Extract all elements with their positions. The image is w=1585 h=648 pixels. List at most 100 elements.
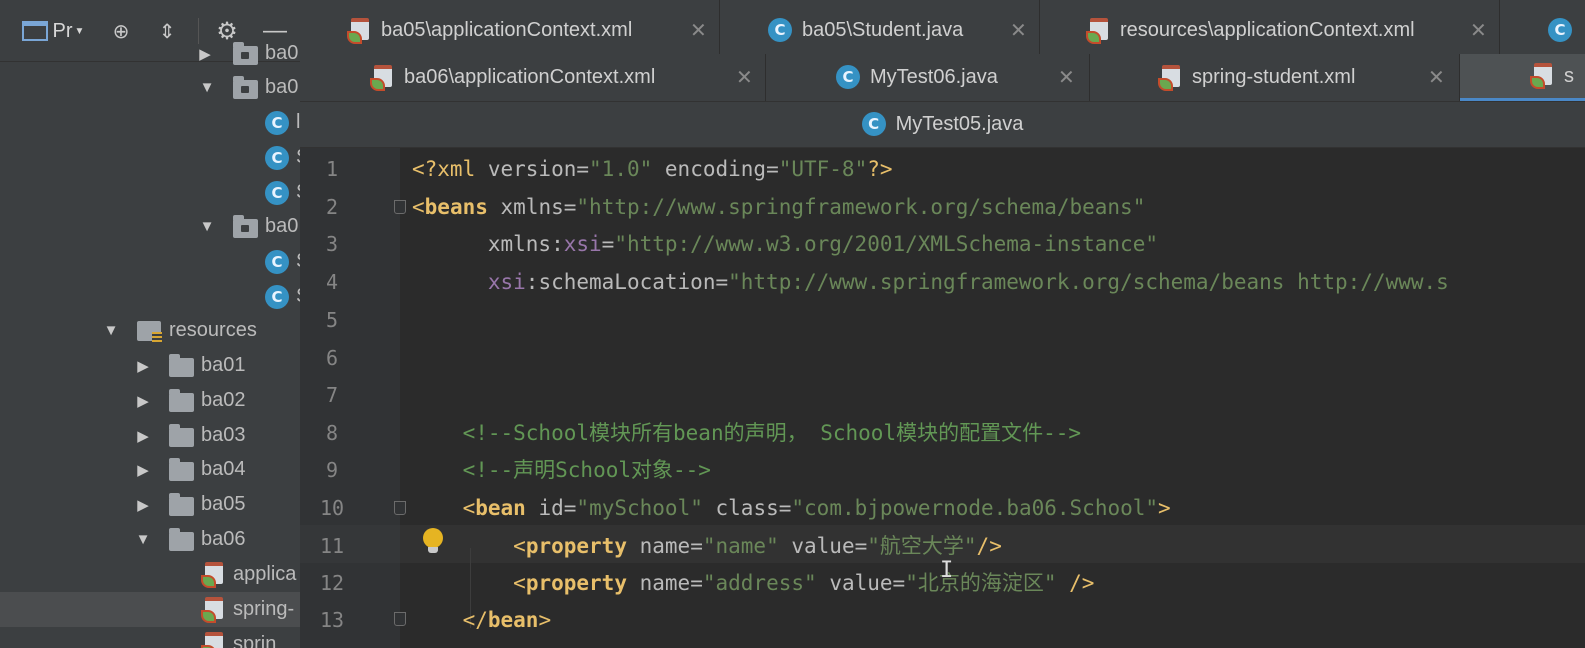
tree-item-xml-file[interactable]: applica [0,557,300,592]
close-icon[interactable]: ✕ [1470,18,1487,43]
attribute-value: "http://www.springframework.org/schema/b… [728,270,1449,294]
spring-xml-icon [1158,64,1186,92]
collapse-arrow-icon[interactable]: ▼ [134,531,152,548]
tab-ba05-applicationcontext-xml[interactable]: ba05\applicationContext.xml ✕ [300,0,720,61]
tab-overflow-java[interactable]: C [1500,0,1585,61]
project-panel: Pr ▼ ⊕ ⇕ ⚙ — ▶ ba0 ▼ ba0 C l C S C S ▼ b… [0,0,300,648]
editor-tabs-row-2: ba06\applicationContext.xml ✕ C MyTest06… [300,54,1585,102]
close-icon[interactable]: ✕ [1058,65,1075,90]
tree-item-label: ba0 [265,42,299,64]
equals-sign: = [576,157,590,181]
class-icon: C [265,146,289,170]
code-line-9: <!--声明School对象--> [412,451,711,489]
collapse-arrow-icon[interactable]: ▼ [198,79,216,96]
folder-icon [169,528,194,551]
tag-bracket: < [462,496,476,520]
tree-item-label: resources [169,319,257,341]
tree-item-label: ba0 [265,215,299,237]
xml-comment: <!--声明School对象--> [462,458,711,482]
collapse-arrow-icon[interactable]: ▼ [198,218,216,235]
namespace-prefix: xsi [563,232,602,256]
collapse-arrow-icon[interactable]: ▼ [102,322,120,339]
attribute-name: name [639,534,691,558]
tag-bracket: < [412,195,425,219]
tree-item-class[interactable]: C S [0,175,300,210]
close-icon[interactable]: ✕ [1010,18,1027,43]
tree-item-package[interactable]: ▶ ba0 [0,36,300,71]
tree-item-label: spring- [233,598,295,620]
tree-item-folder[interactable]: ▼ ba06 [0,522,300,557]
tab-resources-applicationcontext-xml[interactable]: resources\applicationContext.xml ✕ [1040,0,1500,61]
tab-ba06-applicationcontext-xml[interactable]: ba06\applicationContext.xml ✕ [300,54,766,101]
package-icon [233,215,258,238]
expand-arrow-icon[interactable]: ▶ [134,357,152,375]
expand-arrow-icon[interactable]: ▶ [134,496,152,514]
close-icon[interactable]: ✕ [1428,65,1445,90]
close-icon[interactable]: ✕ [736,65,753,90]
equals-sign: = [690,534,703,558]
tree-item-class[interactable]: C S [0,279,300,314]
tree-item-label: ba05 [201,493,246,515]
attribute-name: name [639,571,691,595]
expand-arrow-icon[interactable]: ▶ [134,392,152,410]
equals-sign: = [690,571,703,595]
code-line-10: <bean id="mySchool" class="com.bjpowerno… [412,489,1171,527]
tree-item-xml-file-selected[interactable]: spring- [0,592,300,627]
tab-mytest05-java[interactable]: C MyTest05.java [300,102,1585,148]
tree-item-label: ba01 [201,354,246,376]
tab-label: ba05\applicationContext.xml [381,19,633,41]
text-cursor-icon: I [940,558,954,583]
tab-label: spring-student.xml [1192,66,1356,88]
attribute-value: "name" [702,534,779,558]
tree-item-folder[interactable]: ▶ ba02 [0,383,300,418]
code-line-1: <?xml version="1.0" encoding="UTF-8"?> [412,150,893,188]
close-icon[interactable]: ✕ [690,18,707,43]
fold-marker-icon[interactable] [394,501,406,515]
equals-sign: = [854,534,868,558]
tag-bracket: /> [976,534,1002,558]
attribute-name: xmlns [487,232,552,256]
class-icon: C [1548,17,1576,45]
fold-marker-icon[interactable] [394,612,406,626]
tree-item-resources[interactable]: ▼ resources [0,313,300,348]
expand-arrow-icon[interactable]: ▶ [134,461,152,479]
tab-spring-student-xml[interactable]: spring-student.xml ✕ [1090,54,1460,101]
line-number: 6 [325,346,339,370]
tab-active-xml[interactable]: s [1460,54,1585,101]
tree-item-folder[interactable]: ▶ ba05 [0,487,300,522]
attribute-value: "1.0" [589,157,653,181]
class-icon: C [265,250,289,274]
attribute-value: "航空大学" [867,534,977,558]
tree-item-package[interactable]: ▼ ba0 [0,209,300,244]
line-number: 10 [319,496,345,520]
attribute-name: id [538,496,564,520]
tab-label: MyTest05.java [895,113,1024,135]
tab-mytest06-java[interactable]: C MyTest06.java ✕ [766,54,1090,101]
equals-sign: = [892,571,906,595]
tree-item-package[interactable]: ▼ ba0 [0,70,300,105]
tree-item-xml-file[interactable]: sprin [0,627,300,648]
equals-sign: = [563,496,577,520]
attribute-value: "address" [702,571,817,595]
tag-bracket: </ [462,608,488,632]
tree-item-class[interactable]: C l [0,105,300,140]
tree-item-folder[interactable]: ▶ ba03 [0,418,300,453]
tree-item-class[interactable]: C S [0,140,300,175]
tree-item-class[interactable]: C S [0,244,300,279]
tree-item-folder[interactable]: ▶ ba04 [0,452,300,487]
tab-ba05-student-java[interactable]: C ba05\Student.java ✕ [720,0,1040,61]
expand-arrow-icon[interactable]: ▶ [196,45,214,63]
fold-marker-icon[interactable] [394,200,406,214]
xml-declaration-open: <?xml [412,157,488,181]
tree-item-folder[interactable]: ▶ ba01 [0,348,300,383]
expand-arrow-icon[interactable]: ▶ [134,427,152,445]
resources-folder-icon [137,321,162,342]
line-number: 5 [325,308,339,332]
